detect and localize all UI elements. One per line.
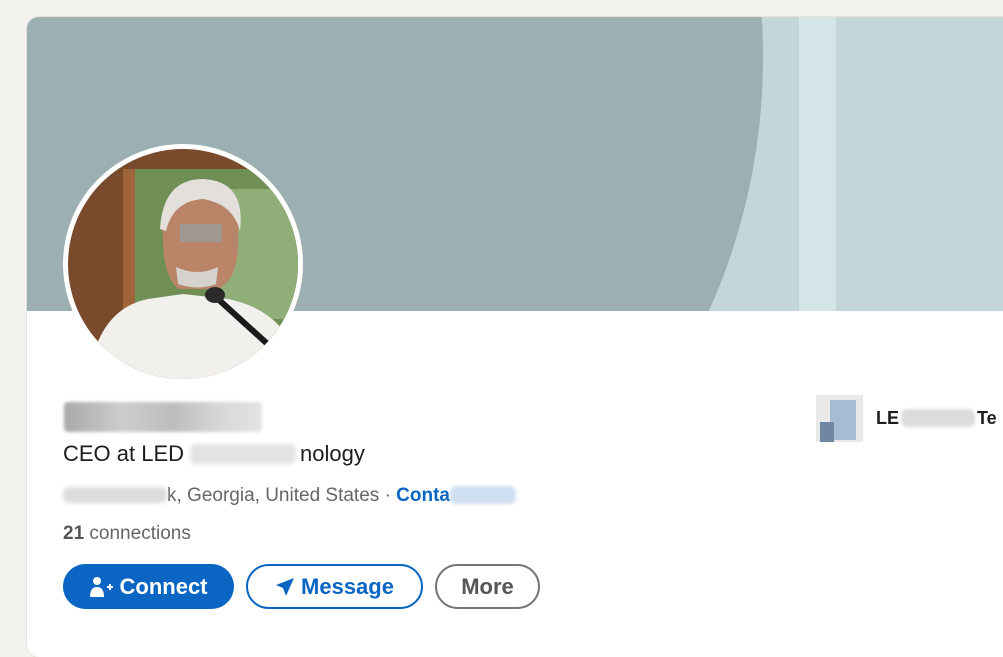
connections-number: 21: [63, 523, 85, 544]
more-label: More: [461, 573, 514, 599]
connect-button[interactable]: Connect: [63, 564, 234, 609]
user-plus-icon: [89, 576, 113, 597]
profile-card: CEO at LED nology k, Georgia, United Stat…: [27, 17, 1003, 657]
profile-photo[interactable]: [63, 144, 303, 384]
banner-stripe: [799, 17, 836, 311]
location-redacted: [63, 487, 167, 503]
headline-suffix: nology: [300, 441, 365, 466]
paper-plane-icon: [276, 577, 295, 596]
company-name: LE Te: [876, 408, 997, 429]
company-name-prefix: LE: [876, 408, 900, 428]
headline-redacted: [190, 444, 297, 464]
company-logo: [816, 395, 863, 442]
contact-info-label: Conta: [396, 485, 450, 506]
profile-name-redacted: [64, 402, 262, 432]
avatar: [68, 149, 298, 379]
profile-location: k, Georgia, United States: [167, 485, 380, 506]
connections-label: connections: [89, 523, 191, 544]
connections-count[interactable]: 21 connections: [63, 523, 191, 545]
company-name-suffix: Te: [977, 408, 997, 428]
profile-location-line: k, Georgia, United States · Conta: [63, 485, 516, 507]
headline-prefix: CEO at LED: [63, 441, 185, 466]
message-label: Message: [301, 573, 394, 599]
contact-redacted: [450, 486, 516, 504]
connect-label: Connect: [119, 573, 208, 599]
company-name-redacted: [901, 409, 976, 427]
profile-photo-image: [68, 149, 298, 379]
message-button[interactable]: Message: [246, 564, 423, 609]
location-separator: ·: [384, 485, 391, 506]
profile-headline: CEO at LED nology: [63, 441, 365, 467]
contact-info-link[interactable]: Conta: [396, 485, 516, 506]
current-company[interactable]: LE Te: [816, 395, 997, 442]
more-button[interactable]: More: [435, 564, 540, 609]
